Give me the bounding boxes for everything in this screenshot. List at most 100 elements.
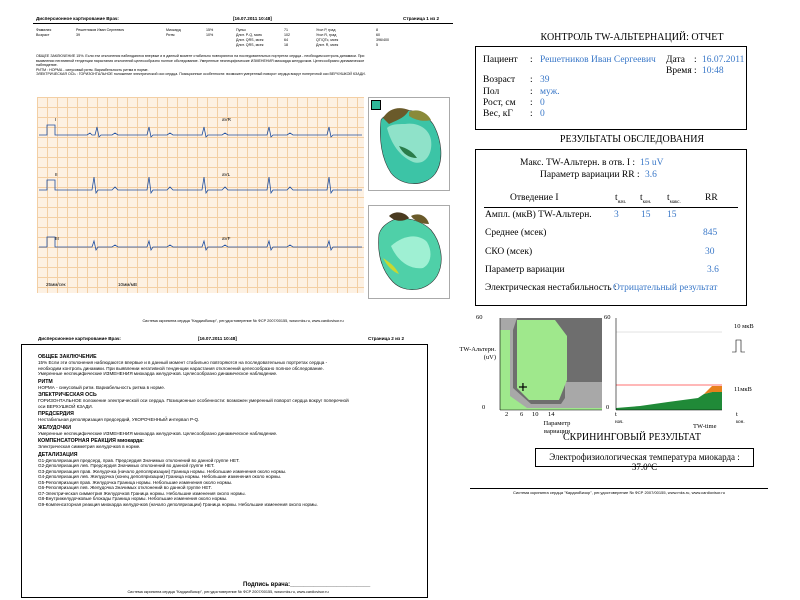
height-colon: : — [530, 98, 533, 108]
max-alternation-value: 15 uV — [640, 158, 664, 168]
patient-param-cell: 39 — [76, 33, 80, 37]
patient-param-cell: 10% — [206, 33, 214, 37]
patient-param-cell: 5 — [376, 43, 378, 47]
page2-date: [16.07.2011 10:48] — [198, 336, 237, 341]
amp-label: Ампл. (мкВ) TW-Альтерн. — [485, 210, 592, 220]
patient-param-cell: 71 — [284, 28, 288, 32]
portrait-select-icon — [371, 100, 381, 110]
patient-param-cell: Решетников Иван Сергеевич — [76, 28, 125, 32]
col-rr-header: RR — [705, 193, 718, 203]
results-title: РЕЗУЛЬТАТЫ ОБСЛЕДОВАНИЯ — [559, 134, 705, 145]
col-lead-header: Отведение I — [510, 193, 559, 203]
time-value: 10:48 — [702, 66, 724, 76]
patient-param-cell: 15% — [206, 28, 214, 32]
scale-speed: 25мм/сек — [46, 282, 66, 287]
section-line: G9-Компенсаторная реакция миокарда желуд… — [38, 501, 318, 507]
chart2-ytick-top: 60 — [604, 314, 611, 321]
lead-label-avl: aVL — [222, 172, 231, 177]
patient-param-cell: 396/400 — [376, 38, 389, 42]
ecg-conclusion: ОБЩЕЕ ЗАКЛЮЧЕНИЕ 15%. Если эти отклонени… — [36, 54, 446, 77]
lead-label-ii: II — [55, 172, 58, 177]
date-label: Дата — [666, 55, 685, 65]
page2-title: Дисперсионное картирование Врач: — [38, 336, 121, 341]
weight-colon: : — [530, 109, 533, 119]
time-label: Время — [666, 66, 692, 76]
age-colon: : — [530, 75, 533, 85]
patient-param-cell: Длит. QRS, мсек — [236, 38, 264, 42]
chart1-ylabel: TW-Альтерн. (uV) — [459, 346, 496, 361]
variation-label: Параметр вариации RR : — [540, 170, 640, 180]
mean-value: 845 — [703, 228, 718, 238]
chart1-xtick-2: 2 — [505, 411, 509, 418]
section-line: Нестабильная деполяризация предсердий, У… — [38, 417, 200, 422]
heart-portrait-1 — [368, 97, 450, 191]
lead-label-avf: aVF — [222, 236, 231, 241]
lead-label-avr: aVR — [222, 117, 231, 122]
section-line: НОРМА - синусовый ритм. Вариабельность р… — [38, 384, 166, 390]
patient-param-cell: 102 — [284, 33, 290, 37]
weight-label: Вес, кГ — [483, 109, 513, 119]
col-tmax-header: tмакс. — [667, 193, 681, 205]
patient-param-cell: 18 — [284, 43, 288, 47]
date-value: 16.07.2011 — [702, 55, 745, 65]
param-value: 3.6 — [707, 265, 719, 275]
patient-label: Пациент — [483, 55, 518, 65]
page1-page-number: Страница 1 из 2 — [403, 16, 440, 21]
patient-param-cell: 64 — [284, 38, 288, 42]
patient-param-cell: Фамилия — [36, 28, 52, 32]
sex-value: муж. — [540, 87, 560, 97]
page1-title: Дисперсионное картирование Врач: — [36, 16, 119, 21]
chart2-xtick-start: t нач. — [615, 411, 624, 425]
variation-value: 3.6 — [645, 170, 657, 180]
chart1-ytick-bottom: 0 — [482, 404, 486, 411]
section-line: Умеренные неспецифические ИЗМЕНЕНИЯ миок… — [38, 371, 278, 376]
lead-label-i: I — [55, 117, 57, 122]
chart1-xtick-14: 14 — [548, 411, 555, 418]
patient-param-cell: Длит. QRS, мсек — [236, 43, 264, 47]
section-line: оси ВЕРХУШКОЙ КЗАДИ. — [38, 403, 93, 409]
height-value: 0 — [540, 98, 545, 108]
patient-param-cell: Угол R, град — [316, 33, 337, 37]
patient-value: Решетников Иван Сергеевич — [540, 55, 656, 65]
sex-label: Пол — [483, 87, 500, 97]
patient-param-cell: Длит. P-Q, мсек — [236, 33, 263, 37]
height-label: Рост, см — [483, 98, 516, 108]
weight-value: 0 — [540, 109, 545, 119]
patient-param-cell: 8 — [376, 28, 378, 32]
patient-param-cell: Пульс — [236, 28, 247, 32]
instability-value: Отрицательный результат — [613, 283, 718, 293]
age-value: 39 — [540, 75, 550, 85]
patient-param-cell: 60 — [376, 33, 380, 37]
mean-label: Среднее (мсек) — [485, 228, 547, 238]
scale-amplitude: 10мм/мВ — [118, 282, 137, 287]
report-footer-divider — [470, 488, 768, 489]
ecg-traces — [39, 124, 362, 252]
date-colon: : — [694, 55, 697, 65]
sex-colon: : — [530, 87, 533, 97]
patient-param-cell: Возраст — [36, 33, 50, 37]
report-footer: Система скрининга сердца "КардиоВизор", … — [513, 490, 725, 495]
instability-label: Электрическая нестабильность : — [485, 283, 617, 293]
chart2-level-label: 11мкВ — [734, 386, 752, 393]
max-alternation-label: Макс. TW-Альтерн. в отв. I : — [520, 158, 635, 168]
patient-colon: : — [530, 55, 533, 65]
page1-date: [16.07.2011 10:48] — [233, 16, 272, 21]
conclusion-line: ЭЛЕКТРИЧЕСКАЯ ОСЬ : ГОРИЗОНТАЛЬНОЕ полож… — [36, 72, 366, 77]
sko-label: СКО (мсек) — [485, 247, 533, 257]
page1-footer: Система скрининга сердца "КардиоВизор", … — [142, 319, 344, 323]
table-divider — [484, 207, 738, 208]
chart2-xtick-end: t кон. — [736, 411, 745, 425]
divider — [33, 23, 453, 24]
patient-param-cell: Миокард — [166, 28, 181, 32]
section-line: Умеренные неспецифические ИЗМЕНЕНИЯ миок… — [38, 430, 278, 436]
section-line: Электрическая симметрия желудочков в нор… — [38, 444, 141, 449]
chart2-ytick-bottom: 0 — [606, 404, 610, 411]
chart1-norm-area — [517, 320, 567, 400]
chart1-ytick-top: 60 — [476, 314, 483, 321]
col-tkon-header: tкон. — [640, 193, 652, 205]
param-label: Параметр вариации — [485, 265, 565, 275]
chart1-xtick-10: 10 — [532, 411, 539, 418]
patient-param-cell: Длит. R, мсек — [316, 43, 339, 47]
screening-title: СКРИНИНГОВЫЙ РЕЗУЛЬТАТ — [563, 432, 701, 443]
page2-sections: ОБЩЕЕ ЗАКЛЮЧЕНИЕ 15% Если эти отклонения … — [38, 352, 423, 507]
